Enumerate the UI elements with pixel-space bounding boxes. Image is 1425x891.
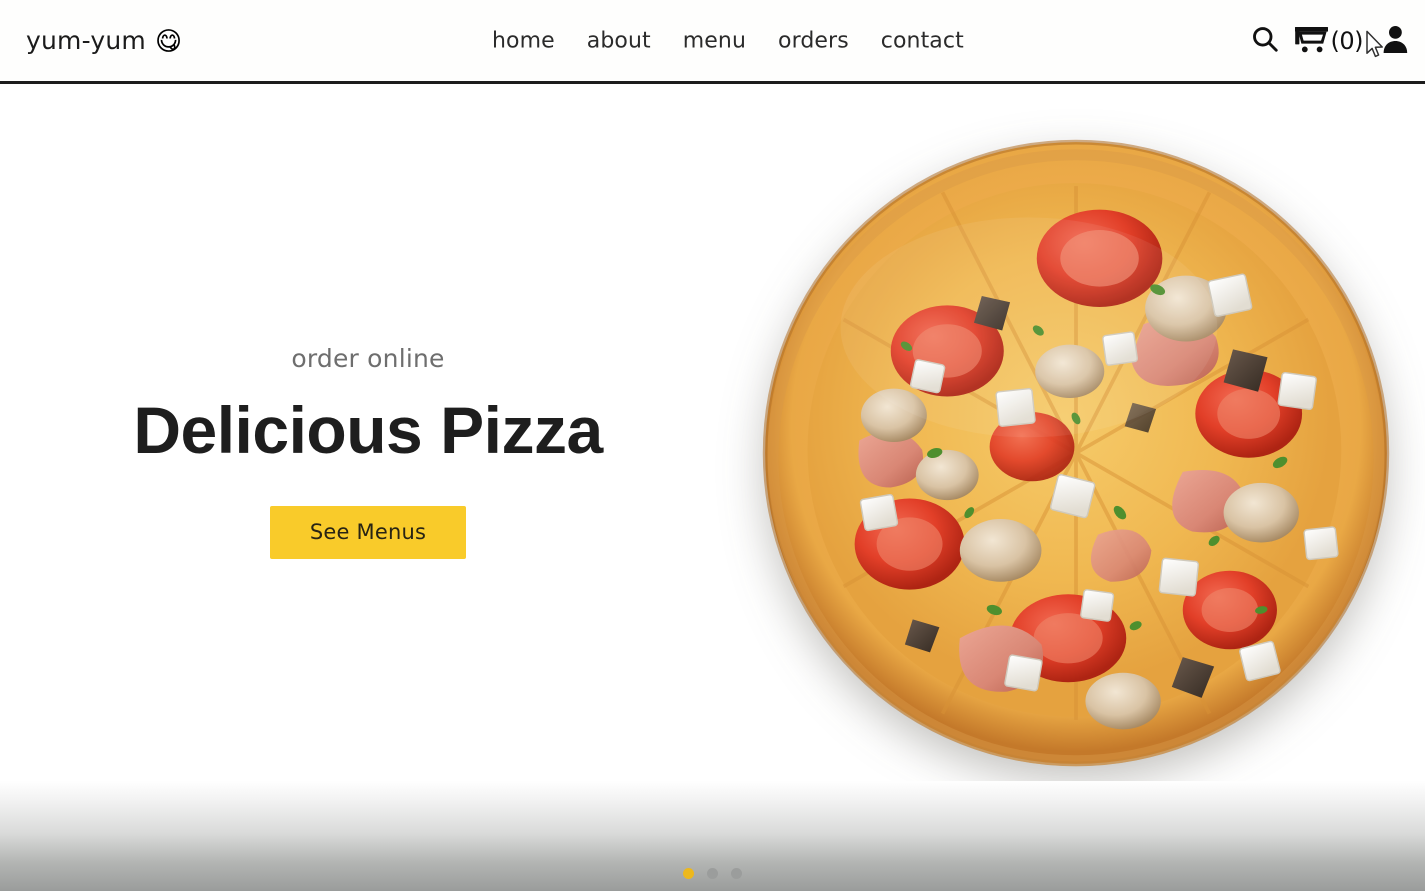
- nav-link-orders[interactable]: orders: [762, 27, 865, 55]
- hero-eyebrow: order online: [291, 344, 445, 373]
- main-navigation: home about menu orders contact: [492, 27, 964, 55]
- search-button[interactable]: [1250, 24, 1280, 57]
- pizza-photo: [762, 139, 1390, 767]
- account-button[interactable]: [1366, 23, 1411, 58]
- search-icon: [1250, 24, 1280, 57]
- site-header: yum-yum 😋 home about menu orders contact: [0, 0, 1425, 84]
- nav-link-contact[interactable]: contact: [865, 27, 964, 55]
- header-actions: (0): [1250, 24, 1412, 58]
- brand-name: yum-yum: [26, 26, 146, 55]
- page-root: yum-yum 😋 home about menu orders contact: [0, 0, 1425, 891]
- nav-link-about[interactable]: about: [571, 27, 667, 55]
- nav-link-menu[interactable]: menu: [667, 27, 762, 55]
- user-account-icon: [1377, 23, 1409, 58]
- face-savoring-food-emoji: 😋: [154, 25, 183, 56]
- hero-copy: order online Delicious Pizza See Menus: [0, 345, 736, 559]
- page-title: Delicious Pizza: [133, 392, 603, 467]
- carousel-dot-1[interactable]: [683, 868, 694, 879]
- shopping-cart-icon: [1294, 24, 1330, 57]
- carousel-dot-3[interactable]: [731, 868, 742, 879]
- brand-logo[interactable]: yum-yum 😋: [26, 28, 182, 54]
- pizza-illustration: [762, 139, 1390, 767]
- hero-section: order online Delicious Pizza See Menus: [0, 87, 1425, 891]
- carousel-dots: [0, 868, 1425, 879]
- hero-pizza-image: [762, 139, 1390, 767]
- nav-link-home[interactable]: home: [492, 27, 571, 55]
- cart-item-count: (0): [1330, 26, 1364, 55]
- cart-button[interactable]: (0): [1294, 24, 1364, 57]
- carousel-dot-2[interactable]: [707, 868, 718, 879]
- see-menus-button[interactable]: See Menus: [270, 505, 466, 559]
